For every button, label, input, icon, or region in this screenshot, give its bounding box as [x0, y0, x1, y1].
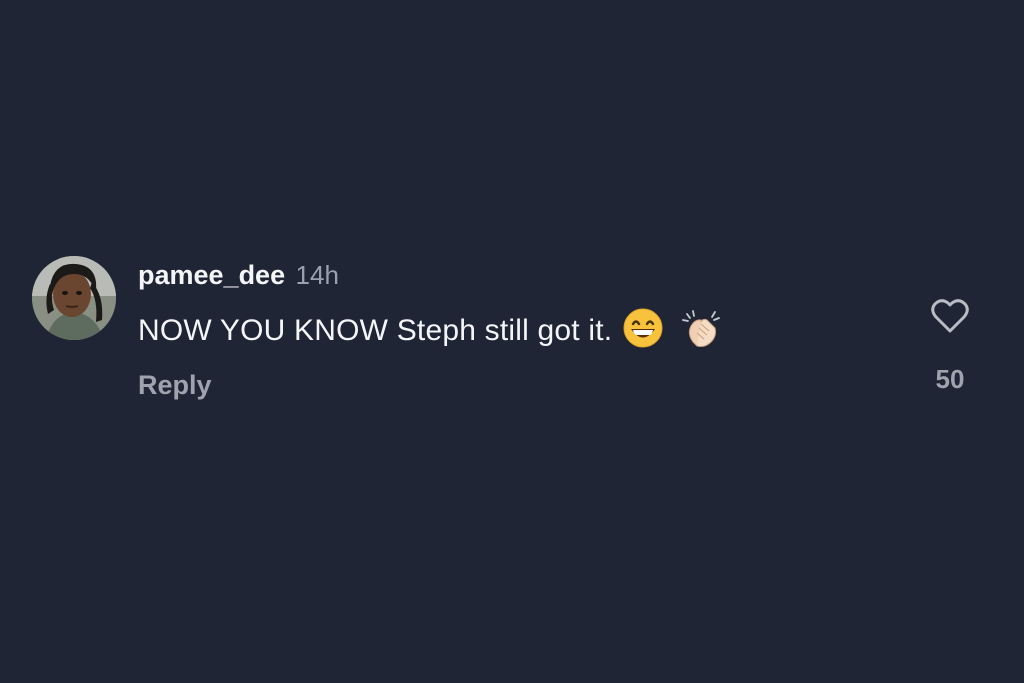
username[interactable]: pamee_dee: [138, 260, 285, 290]
grinning-face-emoji-icon: [621, 306, 665, 350]
comment-item: pamee_dee 14h NOW YOU KNOW Steph still g…: [32, 256, 992, 416]
comment-text: NOW YOU KNOW Steph still got it.: [138, 314, 613, 347]
clapping-hands-emoji-icon: [679, 306, 723, 350]
timestamp: 14h: [295, 260, 339, 290]
like-count: 50: [935, 364, 965, 394]
comment-text-line: NOW YOU KNOW Steph still got it.: [138, 306, 723, 351]
comment-meta: pamee_dee 14h: [138, 258, 339, 297]
avatar[interactable]: [32, 256, 116, 340]
reply-button[interactable]: Reply: [138, 368, 212, 402]
heart-icon[interactable]: [928, 294, 972, 338]
like-section: 50: [922, 294, 978, 394]
